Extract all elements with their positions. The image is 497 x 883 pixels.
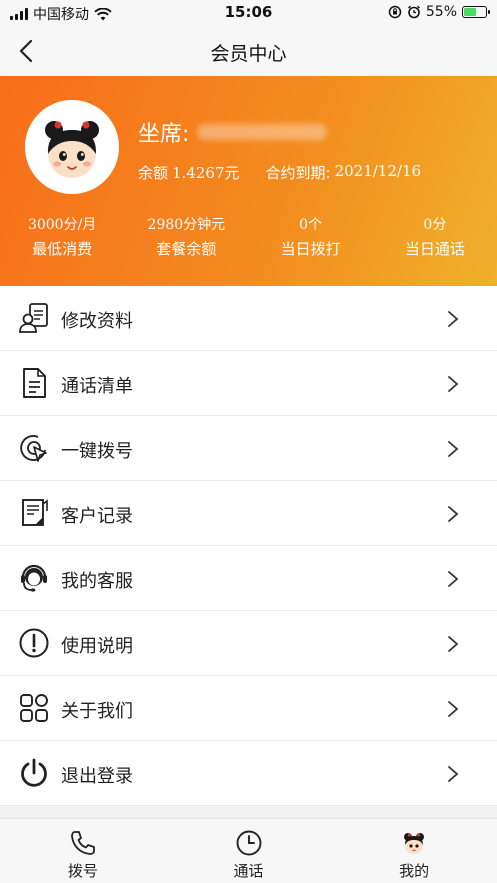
seat-row: 坐席: [138, 116, 328, 148]
edit-profile-icon [19, 303, 48, 333]
girl-avatar-icon [25, 100, 119, 194]
instructions-icon [19, 628, 49, 658]
menu-item-customer-record[interactable]: 客户记录 [0, 481, 497, 546]
chevron-right-icon [448, 636, 459, 652]
avatar-icon [404, 833, 425, 854]
contract-label: 合约到期: [265, 164, 331, 182]
customer-service-icon [21, 564, 47, 592]
stat-value: 2980分钟元 [147, 217, 226, 233]
menu-item-one-click-dial[interactable]: 一键拨号 [0, 416, 497, 481]
seat-number-redacted [197, 124, 328, 140]
tab-dial[interactable]: 拨号 [0, 819, 166, 883]
account-info: 余额 1.4267元 合约到期: 2021/12/16 [138, 162, 421, 183]
tab-bar: 拨号 通话 我的 [0, 818, 497, 883]
stat-label: 套餐余额 [156, 240, 217, 258]
chevron-right-icon [448, 376, 459, 392]
status-bar: 中国移动 15:06 55% [0, 0, 497, 26]
battery-icon [462, 6, 490, 18]
menu-item-label: 退出登录 [61, 766, 133, 787]
menu-list: 修改资料 通话清单 一键拨号 客户记录 我的客服 使用说明 关于我们 退出登录 [0, 286, 497, 806]
balance-value: 1.4267元 [172, 164, 240, 182]
call-list-icon [23, 368, 46, 398]
menu-item-label: 使用说明 [61, 636, 133, 657]
profile-header: 坐席: 余额 1.4267元 合约到期: 2021/12/16 3000分/月 … [0, 76, 497, 286]
tab-label: 拨号 [67, 862, 98, 880]
about-us-icon [20, 694, 48, 722]
stats-row: 3000分/月 最低消费 2980分钟元 套餐余额 0个 当日拨打 0分 当日通… [0, 214, 497, 259]
tab-calls[interactable]: 通话 [166, 819, 332, 883]
alarm-icon [407, 5, 420, 19]
nav-bar: 会员中心 [0, 26, 497, 76]
stat-value: 0个 [299, 217, 323, 233]
menu-item-label: 客户记录 [61, 506, 133, 527]
tab-label: 通话 [233, 862, 264, 880]
menu-item-logout[interactable]: 退出登录 [0, 741, 497, 806]
menu-item-label: 关于我们 [61, 701, 133, 722]
menu-item-about-us[interactable]: 关于我们 [0, 676, 497, 741]
tab-label: 我的 [399, 862, 430, 880]
one-click-dial-icon [20, 435, 47, 462]
stat-value: 3000分/月 [27, 217, 97, 233]
chevron-right-icon [448, 701, 459, 717]
chevron-right-icon [448, 766, 459, 782]
stat-label: 当日通话 [404, 240, 465, 258]
seat-label: 坐席: [138, 122, 190, 147]
chevron-right-icon [448, 506, 459, 522]
menu-item-label: 通话清单 [61, 376, 133, 397]
balance-label: 余额 [138, 164, 169, 182]
customer-record-icon [22, 499, 48, 526]
phone-icon [70, 831, 95, 855]
logout-icon [21, 758, 47, 787]
clock-icon [236, 830, 261, 856]
stat-label: 当日拨打 [280, 240, 341, 258]
menu-item-label: 我的客服 [61, 571, 133, 592]
stat-daily-dials: 0个 当日拨打 [249, 214, 373, 259]
chevron-right-icon [448, 311, 459, 327]
menu-item-instructions[interactable]: 使用说明 [0, 611, 497, 676]
stat-package-balance: 2980分钟元 套餐余额 [124, 214, 248, 259]
avatar[interactable] [25, 100, 119, 194]
menu-item-label: 修改资料 [61, 311, 133, 332]
menu-item-edit-profile[interactable]: 修改资料 [0, 286, 497, 351]
page-title: 会员中心 [210, 43, 287, 65]
stat-min-consumption: 3000分/月 最低消费 [0, 214, 124, 259]
stat-label: 最低消费 [32, 240, 93, 258]
menu-item-customer-service[interactable]: 我的客服 [0, 546, 497, 611]
menu-item-label: 一键拨号 [61, 441, 133, 462]
stat-daily-talk: 0分 当日通话 [373, 214, 497, 259]
tab-mine[interactable]: 我的 [331, 819, 497, 883]
rotation-lock-icon [388, 5, 402, 19]
contract-value: 2021/12/16 [334, 162, 422, 180]
chevron-right-icon [448, 441, 459, 457]
status-right: 55% [388, 4, 490, 20]
chevron-right-icon [448, 571, 459, 587]
battery-percent: 55% [425, 4, 457, 20]
menu-item-call-list[interactable]: 通话清单 [0, 351, 497, 416]
stat-value: 0分 [423, 217, 447, 233]
